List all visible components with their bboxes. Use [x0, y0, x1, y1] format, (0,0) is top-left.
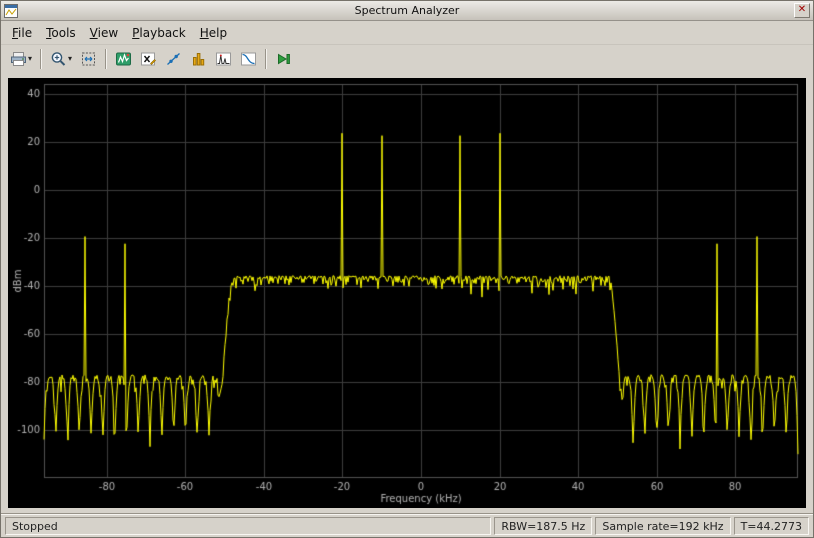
print-button[interactable]: ▾ — [7, 48, 35, 70]
plot-panel — [1, 73, 813, 513]
status-rbw: RBW=187.5 Hz — [494, 516, 593, 535]
menu-item-view[interactable]: View — [83, 23, 125, 43]
menubar: File Tools View Playback Help — [1, 21, 813, 44]
peak-finder-icon — [193, 53, 205, 66]
menu-item-help[interactable]: Help — [193, 23, 234, 43]
dropdown-arrow-icon: ▾ — [28, 54, 33, 63]
app-icon — [4, 3, 18, 18]
signal-statistics-button[interactable] — [162, 48, 185, 70]
window-title: Spectrum Analyzer — [354, 4, 460, 17]
status-state: Stopped — [5, 516, 492, 535]
step-forward-button[interactable] — [272, 48, 295, 70]
statusbar: Stopped RBW=187.5 Hz Sample rate=192 kHz… — [1, 513, 813, 537]
dropdown-arrow-icon: ▾ — [68, 54, 73, 63]
ccdf-measurements-button[interactable] — [237, 48, 260, 70]
step-forward-icon — [278, 53, 290, 65]
close-button[interactable]: ✕ — [794, 3, 810, 18]
menu-item-playback[interactable]: Playback — [125, 23, 193, 43]
peak-finder-button[interactable] — [187, 48, 210, 70]
toolbar: ▾ ▾ — [1, 44, 813, 73]
distortion-measurements-icon — [216, 52, 232, 66]
print-icon — [11, 52, 26, 66]
status-sample-rate: Sample rate=192 kHz — [595, 516, 731, 535]
zoom-in-button[interactable]: ▾ — [47, 48, 75, 70]
fit-to-view-button[interactable] — [77, 48, 100, 70]
ccdf-measurements-icon — [241, 52, 257, 66]
spectrum-settings-icon — [116, 52, 132, 66]
toolbar-separator — [105, 49, 108, 69]
fit-to-view-icon — [82, 52, 96, 66]
distortion-measurements-button[interactable] — [212, 48, 235, 70]
status-time: T=44.2773 — [733, 516, 809, 535]
toolbar-separator — [40, 49, 43, 69]
toolbar-separator — [265, 49, 268, 69]
zoom-in-icon — [51, 52, 66, 66]
cursor-measurements-button[interactable] — [137, 48, 160, 70]
menu-item-tools[interactable]: Tools — [39, 23, 83, 43]
spectrum-settings-button[interactable] — [112, 48, 135, 70]
titlebar[interactable]: Spectrum Analyzer ✕ — [1, 1, 813, 21]
cursor-measurements-icon — [141, 52, 156, 66]
spectrum-plot[interactable] — [8, 78, 806, 508]
signal-statistics-icon — [167, 53, 180, 65]
menu-item-file[interactable]: File — [5, 23, 39, 43]
spectrum-analyzer-window: Spectrum Analyzer ✕ File Tools View Play… — [0, 0, 814, 538]
